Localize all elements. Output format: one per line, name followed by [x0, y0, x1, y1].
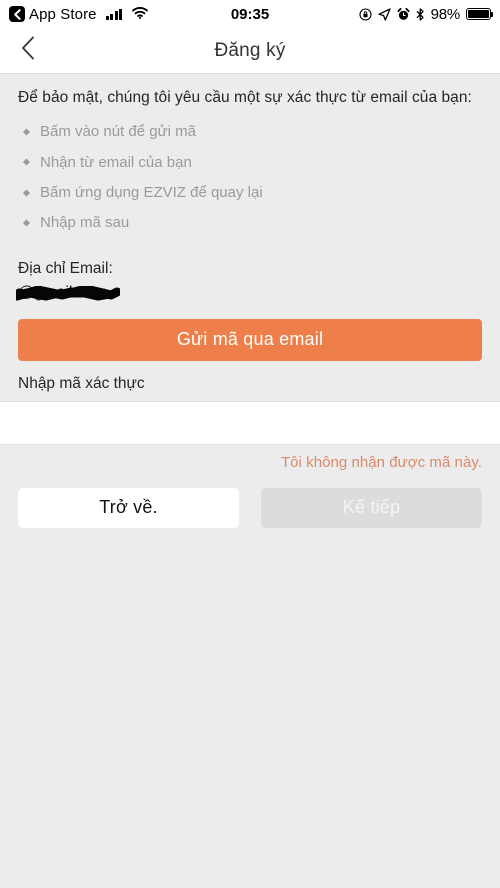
verification-code-input[interactable]	[0, 400, 500, 445]
status-bar-right: 98%	[359, 5, 494, 23]
main-content: Để bảo mật, chúng tôi yêu cầu một sự xác…	[0, 74, 500, 528]
chevron-left-icon	[9, 6, 25, 22]
alarm-clock-icon	[397, 7, 410, 21]
next-button[interactable]: Kế tiếp	[261, 487, 482, 528]
steps-list: Bấm vào nút để gửi mã Nhận từ email của …	[18, 117, 482, 238]
app-store-label: App Store	[29, 5, 97, 23]
resend-row: Tôi không nhận được mã này.	[18, 454, 482, 472]
action-buttons: Trở về. Kế tiếp	[18, 487, 482, 528]
chevron-left-icon	[21, 36, 35, 65]
status-bar-left: App Store	[9, 6, 149, 23]
send-code-button[interactable]: Gửi mã qua email	[18, 318, 482, 361]
rotation-lock-icon	[359, 7, 372, 21]
go-back-button[interactable]: Trở về.	[18, 487, 239, 528]
location-arrow-icon	[377, 7, 391, 21]
did-not-receive-code-link[interactable]: Tôi không nhận được mã này.	[281, 454, 482, 471]
list-item: Bấm vào nút để gửi mã	[18, 117, 482, 147]
email-address-label: Địa chỉ Email:	[18, 259, 113, 277]
back-button[interactable]	[0, 28, 56, 74]
return-to-app-store-link[interactable]: App Store	[9, 6, 97, 23]
battery-percent-label: 98%	[430, 5, 461, 23]
list-item: Nhập mã sau	[18, 208, 482, 238]
verification-code-label: Nhập mã xác thực	[18, 374, 145, 392]
intro-text: Để bảo mật, chúng tôi yêu cầu một sự xác…	[18, 89, 472, 106]
page-title: Đăng ký	[214, 39, 286, 61]
list-item: Bấm ứng dụng EZVIZ để quay lại	[18, 177, 482, 207]
battery-icon	[466, 8, 494, 20]
email-address-text: @gmail.com	[18, 283, 108, 301]
bluetooth-icon	[416, 7, 425, 21]
cellular-signal-icon	[105, 8, 123, 20]
status-bar: App Store 09:35 98%	[0, 0, 500, 28]
navigation-bar: Đăng ký	[0, 28, 500, 74]
wifi-icon	[132, 6, 149, 23]
list-item: Nhận từ email của bạn	[18, 147, 482, 177]
clock-time: 09:35	[230, 5, 270, 23]
email-address-value: @gmail.com	[16, 283, 120, 302]
